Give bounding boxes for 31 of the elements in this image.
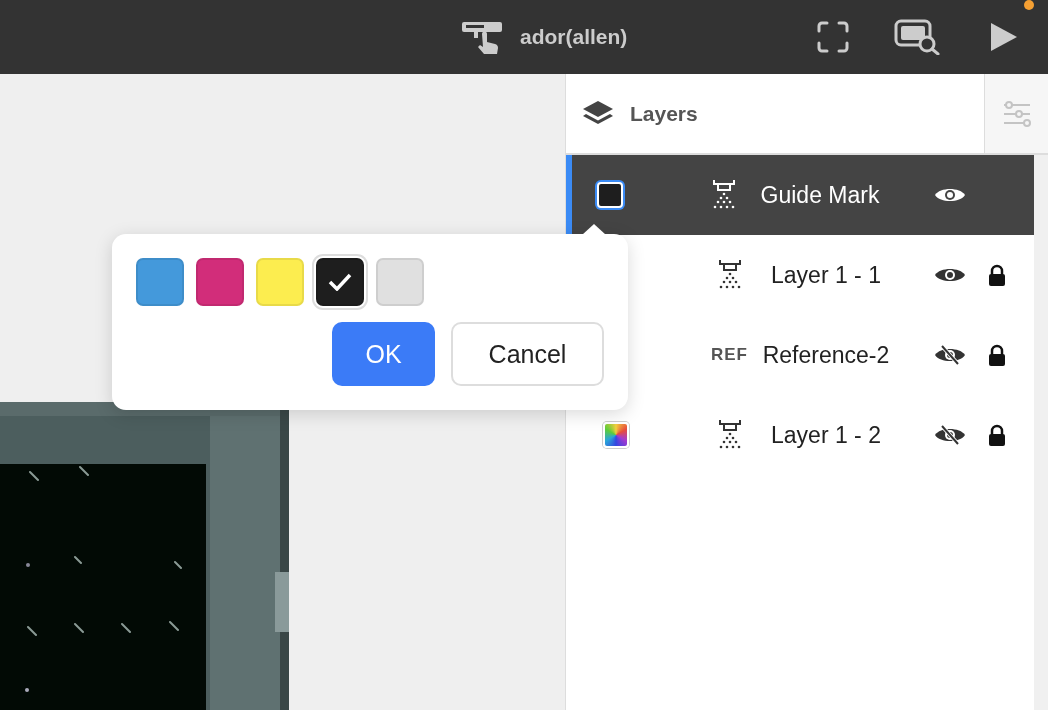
ok-button[interactable]: OK xyxy=(332,322,435,386)
printer-touch-icon xyxy=(462,20,502,54)
eye-slash-icon[interactable] xyxy=(934,344,966,366)
lock-icon[interactable] xyxy=(988,424,1006,446)
layer-name: Layer 1 - 1 xyxy=(770,261,882,289)
full-color-swatch[interactable] xyxy=(603,422,629,448)
lock-icon[interactable] xyxy=(988,344,1006,366)
printhead-icon xyxy=(716,419,743,451)
color-swatch[interactable] xyxy=(196,258,244,306)
layer-row[interactable]: Layer 1 - 1 xyxy=(566,235,1034,315)
panel-title: Layers xyxy=(630,101,698,126)
fullscreen-icon[interactable] xyxy=(817,21,849,53)
sliders-icon xyxy=(1001,100,1032,127)
play-icon[interactable] xyxy=(990,22,1018,52)
layer-row[interactable]: Guide Mark xyxy=(566,155,1034,235)
layer-name: Layer 1 - 2 xyxy=(770,421,882,449)
cancel-button[interactable]: Cancel xyxy=(451,322,604,386)
color-swatch[interactable] xyxy=(136,258,184,306)
color-swatch[interactable] xyxy=(256,258,304,306)
printhead-icon xyxy=(716,259,743,291)
layer-row[interactable]: Layer 1 - 2 xyxy=(566,395,1034,475)
printhead-icon xyxy=(710,179,737,211)
layer-name: Reference-2 xyxy=(761,341,891,369)
reference-label: REF xyxy=(711,345,748,365)
camera-search-icon[interactable] xyxy=(894,19,940,55)
color-swatch[interactable] xyxy=(376,258,424,306)
lock-icon[interactable] xyxy=(988,264,1006,286)
eye-slash-icon[interactable] xyxy=(934,424,966,446)
layer-name: Guide Mark xyxy=(759,181,881,209)
check-icon xyxy=(328,273,352,291)
device-name[interactable]: ador(allen) xyxy=(520,25,628,49)
